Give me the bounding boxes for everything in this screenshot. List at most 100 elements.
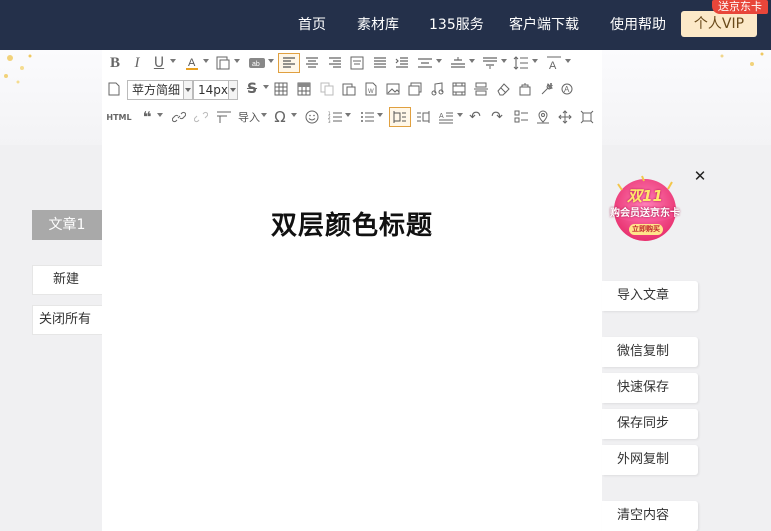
- word-doc-icon[interactable]: W: [364, 80, 378, 98]
- indent-icon[interactable]: [395, 54, 409, 72]
- unordered-list-icon[interactable]: [360, 108, 374, 126]
- float-right-icon[interactable]: [416, 108, 430, 126]
- import-dropdown-arrow[interactable]: [261, 113, 267, 117]
- promo-close-icon[interactable]: ✕: [693, 168, 707, 184]
- import-article-button[interactable]: 导入文章: [602, 281, 698, 311]
- format-brush-icon[interactable]: [540, 80, 554, 98]
- promo-buy-button[interactable]: 立即购买: [629, 224, 663, 235]
- close-all-button[interactable]: 关闭所有: [32, 305, 102, 335]
- font-color-dropdown-arrow[interactable]: [203, 59, 209, 63]
- clear-content-button[interactable]: 清空内容: [602, 501, 698, 531]
- background-color-icon[interactable]: [215, 54, 231, 72]
- vip-promo-badge: 送京东卡: [712, 0, 768, 14]
- emoji-icon[interactable]: [304, 108, 320, 126]
- italic-icon[interactable]: I: [130, 54, 144, 72]
- line-height-dropdown-arrow[interactable]: [532, 59, 538, 63]
- float-left-icon[interactable]: [389, 107, 411, 127]
- heading-icon[interactable]: [216, 108, 232, 126]
- page-break-icon[interactable]: [474, 80, 488, 98]
- text-style-dropdown-arrow[interactable]: [268, 59, 274, 63]
- text-align-dropdown-arrow[interactable]: [457, 113, 463, 117]
- quick-save-button[interactable]: 快速保存: [602, 373, 698, 403]
- bold-icon[interactable]: B: [108, 54, 122, 72]
- nav-materials[interactable]: 素材库: [357, 16, 399, 34]
- external-copy-button[interactable]: 外网复制: [602, 445, 698, 475]
- image-icon[interactable]: [386, 80, 400, 98]
- table-style-icon[interactable]: [297, 80, 311, 98]
- table-icon[interactable]: [274, 80, 288, 98]
- line-height-icon[interactable]: [513, 54, 529, 72]
- list-layout-icon[interactable]: [514, 108, 528, 126]
- nav-135-service[interactable]: 135服务: [429, 16, 484, 34]
- multi-image-icon[interactable]: [408, 80, 422, 98]
- line-indent-dropdown-arrow[interactable]: [436, 59, 442, 63]
- align-justify-center-icon[interactable]: [350, 54, 364, 72]
- strikethrough-dropdown-arrow[interactable]: [263, 85, 269, 89]
- paragraph-spacing-icon[interactable]: [450, 54, 466, 72]
- underline-icon[interactable]: U: [152, 54, 166, 72]
- strikethrough-icon[interactable]: S: [244, 80, 260, 98]
- save-sync-button[interactable]: 保存同步: [602, 409, 698, 439]
- redo-icon[interactable]: ↷: [490, 108, 504, 126]
- nav-help[interactable]: 使用帮助: [610, 16, 666, 34]
- underline-dropdown-arrow[interactable]: [170, 59, 176, 63]
- template-icon[interactable]: [518, 80, 532, 98]
- text-style-icon[interactable]: ab: [248, 54, 266, 72]
- vip-button[interactable]: 个人VIP: [681, 11, 757, 37]
- move-icon[interactable]: [558, 108, 572, 126]
- editor-panel: B I U A ab A 苹方简细 14px S W A HTML ❝ 导入 Ω…: [102, 50, 602, 531]
- music-icon[interactable]: [430, 80, 444, 98]
- align-left-icon[interactable]: [278, 53, 300, 73]
- unlink-icon[interactable]: [194, 108, 208, 126]
- video-icon[interactable]: [452, 80, 466, 98]
- festive-decoration-right: [720, 52, 764, 66]
- top-nav-bar: 首页 素材库 135服务 客户端下载 使用帮助 个人VIP 送京东卡: [0, 0, 771, 50]
- svg-text:ab: ab: [252, 61, 260, 68]
- svg-text:A: A: [549, 60, 557, 70]
- festive-decoration-left: [4, 54, 32, 84]
- background-color-dropdown-arrow[interactable]: [234, 59, 240, 63]
- font-color-icon[interactable]: A: [184, 54, 200, 72]
- promo-title: 双11: [627, 187, 663, 205]
- paste-icon[interactable]: [342, 80, 356, 98]
- promo-subtitle: 购会员送京东卡: [610, 208, 680, 219]
- special-chars-icon[interactable]: Ω: [272, 108, 288, 126]
- blockquote-icon[interactable]: ❝: [140, 108, 154, 126]
- align-right-icon[interactable]: [328, 54, 342, 72]
- text-align-dropdown-icon[interactable]: A: [438, 108, 454, 126]
- svg-text:W: W: [368, 89, 374, 95]
- special-chars-dropdown-arrow[interactable]: [291, 113, 297, 117]
- auto-format-icon[interactable]: A: [560, 80, 574, 98]
- undo-icon[interactable]: ↶: [468, 108, 482, 126]
- map-icon[interactable]: [536, 108, 550, 126]
- nav-home[interactable]: 首页: [298, 16, 326, 34]
- svg-text:A: A: [564, 85, 570, 94]
- copy-format-icon[interactable]: [320, 80, 334, 98]
- svg-text:A: A: [188, 57, 196, 69]
- html-source-button[interactable]: HTML: [106, 108, 132, 126]
- paragraph-after-icon[interactable]: [482, 54, 498, 72]
- blockquote-dropdown-arrow[interactable]: [157, 113, 163, 117]
- format-brush-dropdown-arrow[interactable]: [547, 85, 553, 89]
- nav-client-download[interactable]: 客户端下载: [509, 16, 579, 34]
- import-menu-button[interactable]: 导入: [235, 108, 263, 126]
- fullscreen-icon[interactable]: [580, 108, 594, 126]
- ordered-list-icon[interactable]: 123: [328, 108, 342, 126]
- promo-badge[interactable]: 双11 购会员送京东卡 立即购买: [610, 172, 680, 246]
- document-title[interactable]: 双层颜色标题: [102, 205, 602, 242]
- toolbar-row-2-icons: S W A: [102, 76, 602, 102]
- align-center-icon[interactable]: [305, 54, 319, 72]
- article-tab[interactable]: 文章1: [32, 210, 102, 240]
- unordered-list-dropdown-arrow[interactable]: [377, 113, 383, 117]
- paragraph-spacing-dropdown-arrow[interactable]: [469, 59, 475, 63]
- paragraph-after-dropdown-arrow[interactable]: [501, 59, 507, 63]
- letter-spacing-dropdown-arrow[interactable]: [565, 59, 571, 63]
- new-article-button[interactable]: 新建: [32, 265, 102, 295]
- line-indent-icon[interactable]: [417, 54, 433, 72]
- justify-icon[interactable]: [373, 54, 387, 72]
- ordered-list-dropdown-arrow[interactable]: [345, 113, 351, 117]
- link-icon[interactable]: [172, 108, 186, 126]
- letter-spacing-icon[interactable]: A: [546, 54, 562, 72]
- eraser-icon[interactable]: [496, 80, 510, 98]
- wechat-copy-button[interactable]: 微信复制: [602, 337, 698, 367]
